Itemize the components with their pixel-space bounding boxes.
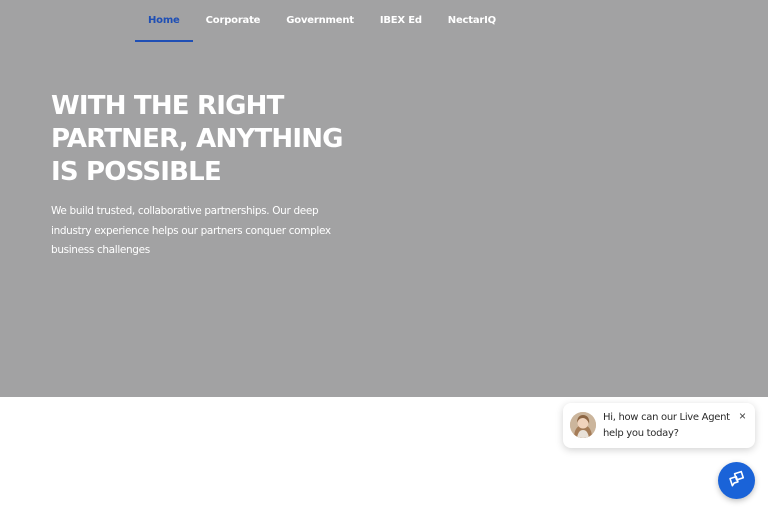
hero-headline: WITH THE RIGHT PARTNER, ANYTHING IS POSS… xyxy=(51,91,344,187)
close-icon[interactable]: × xyxy=(739,409,746,423)
chat-icon xyxy=(728,469,746,492)
hero-subtext: We build trusted, collaborative partners… xyxy=(51,205,331,256)
chat-launcher-button[interactable] xyxy=(718,462,755,499)
nav-item-home[interactable]: Home xyxy=(135,0,193,42)
main-nav: Home Corporate Government IBEX Ed Nectar… xyxy=(135,0,509,42)
hero-section: Home Corporate Government IBEX Ed Nectar… xyxy=(0,0,768,397)
agent-avatar xyxy=(570,412,596,438)
nav-item-corporate[interactable]: Corporate xyxy=(193,0,274,42)
nav-item-nectariq[interactable]: NectarIQ xyxy=(435,0,509,42)
chat-greeting-popup[interactable]: Hi, how can our Live Agent help you toda… xyxy=(563,403,755,448)
chat-greeting-text: Hi, how can our Live Agent help you toda… xyxy=(603,412,730,439)
nav-item-government[interactable]: Government xyxy=(273,0,367,42)
nav-item-ibex-ed[interactable]: IBEX Ed xyxy=(367,0,435,42)
